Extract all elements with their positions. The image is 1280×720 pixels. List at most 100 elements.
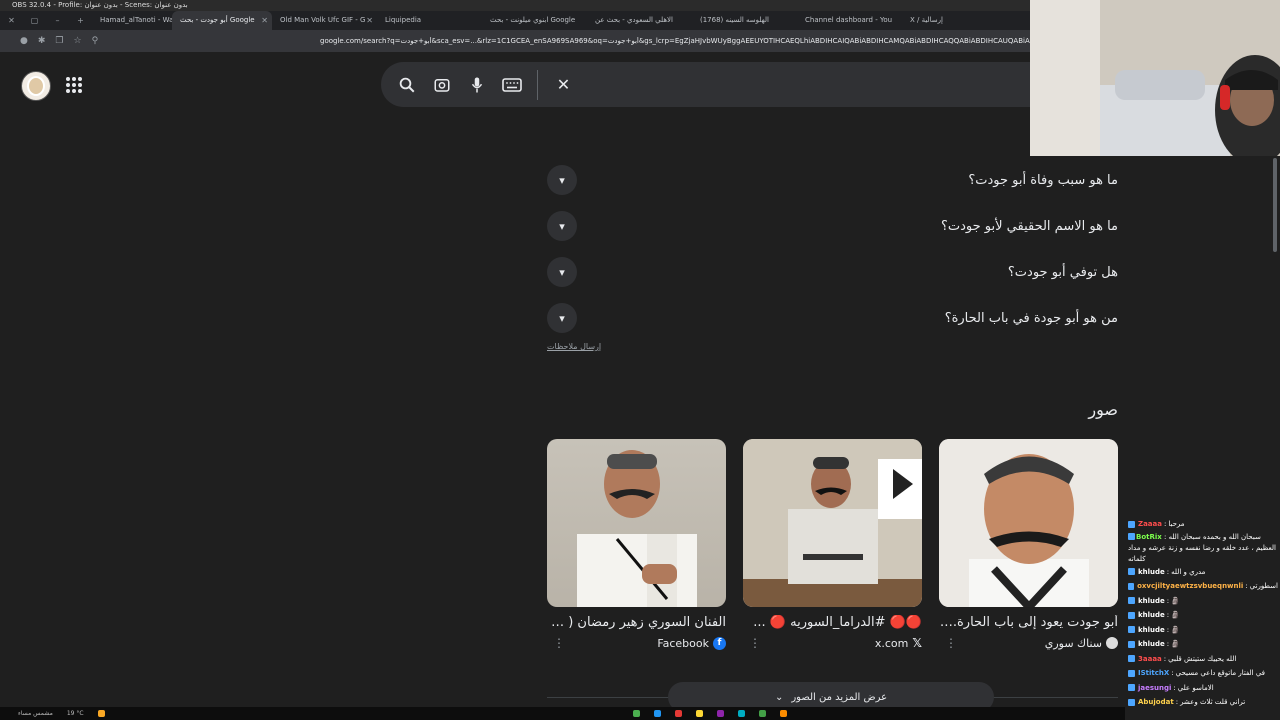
chat-message: BotRix : سبحان الله و بحمده سبحان الله ا… <box>1128 532 1278 565</box>
chat-separator: : <box>1171 669 1174 677</box>
chat-text: في الفتار ماتوقع داعي مسيحي <box>1175 669 1266 677</box>
paa-question-text: هل توفي أبو جودت؟ <box>1007 264 1118 280</box>
image-thumbnail[interactable] <box>547 439 726 607</box>
taskbar-app-icon[interactable] <box>779 710 787 717</box>
taskbar-app-icon[interactable] <box>737 710 745 717</box>
chat-badge-icon <box>1128 520 1135 528</box>
account-avatar[interactable] <box>21 71 51 101</box>
chat-badge-icon <box>1128 597 1135 605</box>
chat-message: Abujodat : تراني قلت ثلاث وعشر <box>1128 695 1278 710</box>
site-favicon-icon <box>1106 637 1118 649</box>
url-field[interactable]: google.com/search?q=أبو+جودت&sca_esv=...… <box>320 37 1030 45</box>
bookmark-star-icon[interactable]: ☆ <box>73 36 81 46</box>
tab-channel-dashboard[interactable]: Channel dashboard - You <box>797 11 902 30</box>
chat-separator: : <box>1175 698 1179 706</box>
minimize-icon[interactable]: – <box>46 16 69 25</box>
image-result-card[interactable]: الفنان السوري زهير رمضان ( صا... ⋮ Faceb… <box>547 439 726 650</box>
close-tab-icon[interactable]: ✕ <box>366 11 373 30</box>
chat-username: BotRix <box>1136 532 1162 541</box>
chat-text: اسطورتي <box>1249 582 1278 590</box>
more-options-icon[interactable]: ⋮ <box>743 636 761 650</box>
clear-search-icon[interactable]: ✕ <box>546 62 581 107</box>
chevron-down-icon[interactable]: ▾ <box>547 303 577 333</box>
chat-message: khlude : 🗿 <box>1128 623 1278 638</box>
chat-badge-icon <box>1128 626 1135 634</box>
image-title[interactable]: 🔴🔴 #الدراما_السوريه 🔴 ... <box>743 615 922 630</box>
weather-icon <box>97 710 105 717</box>
image-result-card[interactable]: 🔴🔴 #الدراما_السوريه 🔴 ... ⋮ x.com 𝕏 <box>743 439 922 650</box>
tab-google-search[interactable]: ✕ أبو جودت - بحث Google <box>172 11 272 30</box>
taskbar-app-icon[interactable] <box>653 710 661 717</box>
google-apps-icon[interactable] <box>66 77 82 93</box>
paa-question[interactable]: ▾ ما هو الاسم الحقيقي لأبو جودت؟ <box>547 203 1118 249</box>
new-tab-button[interactable]: + <box>69 16 92 25</box>
search-box[interactable]: ✕ <box>381 62 1041 107</box>
avatar-face-icon <box>27 76 45 96</box>
chat-text: مدري و الله <box>1171 567 1206 576</box>
image-result-card[interactable]: أبو جودت يعود إلى باب الحارة..لمخ... ⋮ س… <box>939 439 1118 650</box>
tab-youtube-video[interactable]: (1768) الهلوسه السينه <box>692 11 797 30</box>
chat-badge-icon <box>1128 533 1135 540</box>
paa-question[interactable]: ▾ هل توفي أبو جودت؟ <box>547 249 1118 295</box>
chat-username: 3aaaa <box>1138 654 1162 663</box>
chat-text: 🗿 <box>1171 625 1180 634</box>
chat-message: khlude : مدري و الله <box>1128 565 1278 580</box>
microphone-icon[interactable] <box>459 62 494 107</box>
tab-label: Liquipedia <box>385 16 422 24</box>
lens-icon[interactable] <box>424 62 459 107</box>
chat-message: jaesungi : الاماسو علي <box>1128 681 1278 696</box>
image-title[interactable]: أبو جودت يعود إلى باب الحارة..لمخ... <box>939 615 1118 630</box>
tab-search-icon[interactable]: ▢ <box>23 16 46 25</box>
chat-badge-icon <box>1128 669 1135 677</box>
chat-badge-icon <box>1128 698 1135 706</box>
chat-message: IStitchX : في الفتار ماتوقع داعي مسيحي <box>1128 666 1278 681</box>
more-options-icon[interactable]: ⋮ <box>547 636 565 650</box>
chat-username: khlude <box>1138 625 1165 634</box>
tab-alahli[interactable]: الاهلي السعودي - بحث عن <box>587 11 692 30</box>
chat-text: تراني قلت ثلاث وعشر <box>1180 698 1246 706</box>
chat-message: khlude : 🗿 <box>1128 637 1278 652</box>
close-tab-icon[interactable]: ✕ <box>261 11 268 30</box>
feedback-link[interactable]: إرسال ملاحظات <box>547 342 601 351</box>
tab-hamad[interactable]: Hamad_alTanoti - Watch <box>92 11 172 30</box>
more-options-icon[interactable]: ⋮ <box>939 636 957 650</box>
x-logo-icon: 𝕏 <box>912 636 922 650</box>
taskbar-app-icon[interactable] <box>758 710 766 717</box>
extension-icon[interactable]: ✱ <box>38 36 46 46</box>
copy-icon[interactable]: ❐ <box>55 36 63 46</box>
zoom-icon[interactable]: ⚲ <box>92 36 99 46</box>
taskbar-app-icon[interactable] <box>716 710 724 717</box>
taskbar-app-icon[interactable] <box>632 710 640 717</box>
chevron-down-icon[interactable]: ▾ <box>547 165 577 195</box>
paa-question[interactable]: ▾ ما هو سبب وفاة أبو جودت؟ <box>547 157 1118 203</box>
chevron-down-icon[interactable]: ▾ <box>547 211 577 241</box>
close-window-icon[interactable]: ✕ <box>0 16 23 25</box>
search-icon[interactable] <box>389 62 424 107</box>
tab-gif[interactable]: ✕ Old Man Volk Ufc GIF - G <box>272 11 377 30</box>
chevron-down-icon[interactable]: ▾ <box>547 257 577 287</box>
image-thumbnail[interactable] <box>743 439 922 607</box>
profile-icon[interactable]: ● <box>20 36 28 46</box>
image-title[interactable]: الفنان السوري زهير رمضان ( صا... <box>547 615 726 630</box>
tab-label: أبو جودت - بحث Google <box>180 16 255 24</box>
tab-x[interactable]: X / إرسالية <box>902 11 962 30</box>
tab-liquipedia[interactable]: Liquipedia <box>377 11 482 30</box>
chat-badge-icon <box>1128 582 1135 590</box>
show-more-images-label: عرض المزيد من الصور <box>791 691 888 703</box>
image-source: سناك سوري <box>1044 636 1102 650</box>
obs-title-bar: OBS 32.0.4 - Profile: بدون عنوان - Scene… <box>0 0 1030 11</box>
paa-question[interactable]: ▾ من هو أبو جودة في باب الحارة؟ <box>547 295 1118 341</box>
taskbar-app-icon[interactable] <box>695 710 703 717</box>
scrollbar[interactable] <box>1273 158 1277 252</box>
tab-label: Old Man Volk Ufc GIF - G <box>280 16 366 24</box>
chat-message: 3aaaa : الله يحييك ستيتش قلبي <box>1128 652 1278 667</box>
tab-ibnoy[interactable]: ابنوي ميلونت - بحث Google <box>482 11 587 30</box>
keyboard-icon[interactable] <box>494 62 529 107</box>
taskbar-app-icon[interactable] <box>674 710 682 717</box>
image-thumbnail[interactable] <box>939 439 1118 607</box>
chat-message: oxvcjiltyaewtzsvbueqnwnli : اسطورتي <box>1128 579 1278 594</box>
paa-question-text: من هو أبو جودة في باب الحارة؟ <box>944 310 1118 326</box>
chat-text: الاماسو علي <box>1177 683 1214 692</box>
tab-label: الاهلي السعودي - بحث عن <box>595 16 673 24</box>
paa-question-text: ما هو سبب وفاة أبو جودت؟ <box>968 172 1118 188</box>
